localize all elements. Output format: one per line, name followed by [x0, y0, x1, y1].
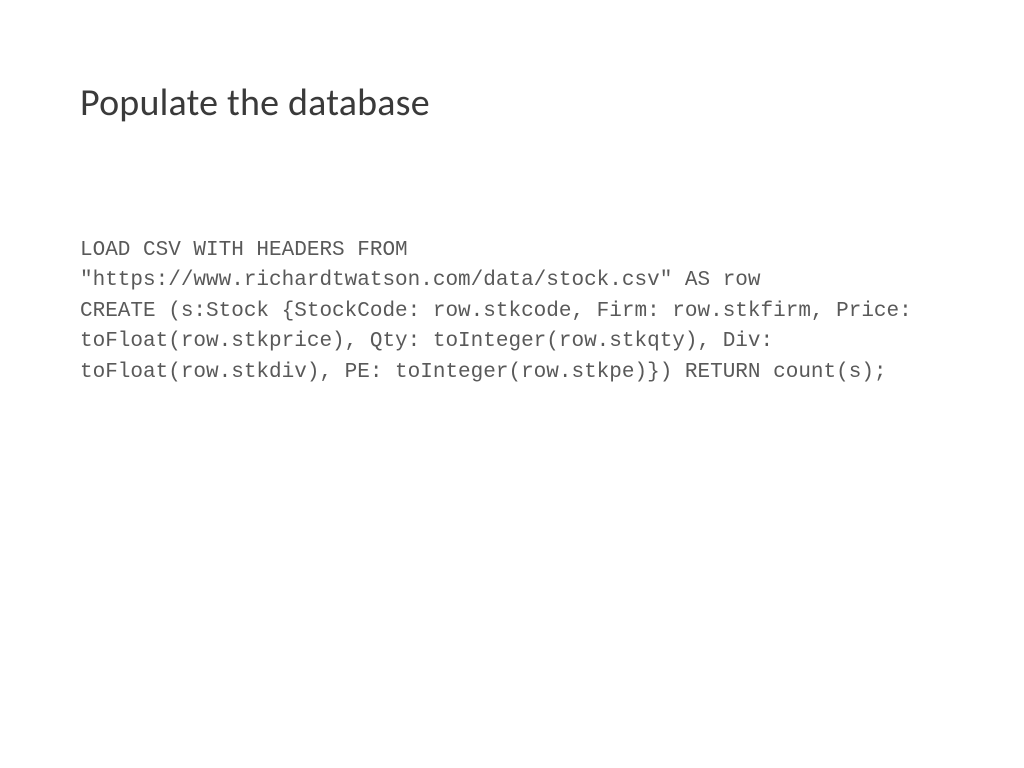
slide-title: Populate the database — [80, 80, 944, 126]
code-block: LOAD CSV WITH HEADERS FROM "https://www.… — [80, 236, 944, 388]
slide-container: Populate the database LOAD CSV WITH HEAD… — [0, 0, 1024, 768]
